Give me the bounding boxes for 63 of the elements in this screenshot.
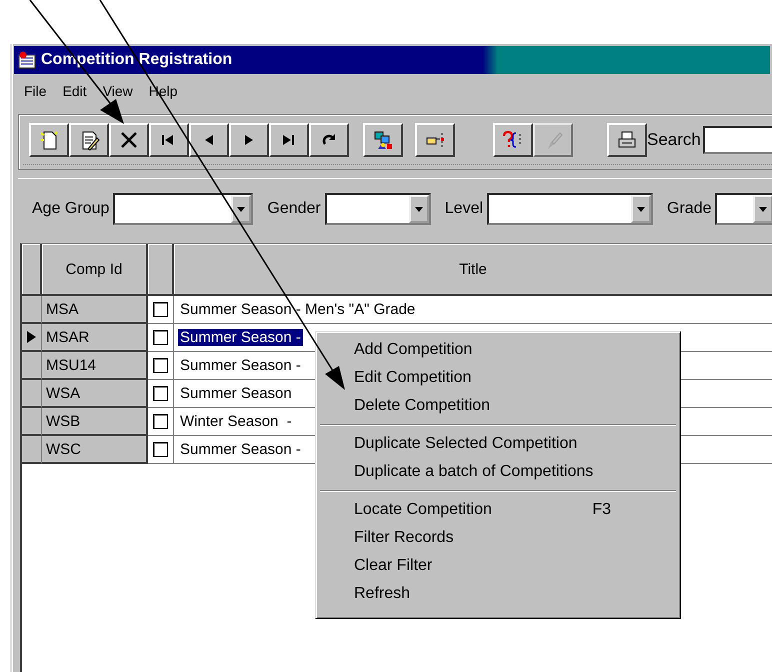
row-header[interactable] — [22, 324, 42, 352]
search-label: Search — [647, 130, 701, 150]
menu-item[interactable]: View — [96, 81, 139, 101]
toolbar-button[interactable] — [229, 123, 269, 157]
menu-item[interactable]: Locate Competition — [354, 501, 492, 519]
menu-item[interactable]: Filter Records — [354, 529, 454, 547]
toolbar-button[interactable] — [149, 123, 189, 157]
checkbox[interactable] — [153, 330, 168, 345]
filter-label: Grade — [667, 200, 712, 218]
search-field[interactable] — [702, 126, 772, 154]
row-header[interactable] — [22, 352, 42, 380]
filter-label: Age Group — [32, 200, 110, 218]
dropdown-field[interactable] — [324, 193, 431, 225]
toolbar-button[interactable] — [415, 123, 455, 157]
menu-item[interactable]: Duplicate Selected Competition — [354, 435, 578, 453]
network-icon — [372, 129, 394, 151]
toolbar-button[interactable] — [493, 123, 533, 157]
window-title: Competition Registration — [41, 51, 232, 69]
row-header[interactable] — [22, 436, 42, 464]
shortcut-label: F3 — [592, 501, 611, 519]
checkbox[interactable] — [153, 302, 168, 317]
dropdown-arrow-icon — [636, 206, 646, 212]
new-document-icon — [38, 129, 60, 151]
filter-label: Gender — [267, 200, 321, 218]
dropdown-field[interactable] — [715, 193, 772, 225]
toolbar-button[interactable] — [69, 123, 109, 157]
toolbar-button[interactable] — [363, 123, 403, 157]
checkbox[interactable] — [153, 442, 168, 457]
dropdown-field[interactable] — [487, 193, 654, 225]
menu-item[interactable]: Refresh — [354, 585, 410, 603]
dropdown-field[interactable] — [113, 193, 254, 225]
column-header[interactable]: Comp Id — [42, 244, 148, 296]
menu-item[interactable]: Clear Filter — [354, 557, 432, 575]
toolbar-button[interactable] — [189, 123, 229, 157]
dropdown-arrow-icon — [414, 206, 424, 212]
application-icon — [18, 51, 36, 69]
table-cell: MSU14 — [42, 352, 148, 380]
filter-label: Level — [444, 200, 484, 218]
table-cell: Summer Season - Men's "A" Grade — [174, 296, 772, 324]
table-cell: WSB — [42, 408, 148, 436]
column-header[interactable]: Title — [174, 244, 772, 296]
toolbar-button[interactable] — [607, 123, 647, 157]
table-cell: MSAR — [42, 324, 148, 352]
table-cell: WSA — [42, 380, 148, 408]
toolbar-button[interactable] — [29, 123, 69, 157]
menu-item[interactable]: Edit — [56, 81, 93, 101]
row-header[interactable] — [22, 380, 42, 408]
table-cell: WSC — [42, 436, 148, 464]
toolbar-button[interactable] — [109, 123, 149, 157]
menu-item[interactable]: Duplicate a batch of Competitions — [354, 463, 594, 481]
checkbox[interactable] — [153, 358, 168, 373]
table-cell: MSA — [42, 296, 148, 324]
checkbox[interactable] — [153, 414, 168, 429]
column-header[interactable] — [22, 244, 42, 296]
row-header[interactable] — [22, 408, 42, 436]
menu-item[interactable]: File — [18, 81, 53, 101]
checkbox[interactable] — [153, 386, 168, 401]
toolbar-button[interactable] — [309, 123, 349, 157]
dropdown-arrow-icon — [236, 206, 246, 212]
row-header[interactable] — [22, 296, 42, 324]
dropdown-arrow-icon — [758, 206, 768, 212]
column-header[interactable] — [148, 244, 174, 296]
toolbar-button[interactable] — [269, 123, 309, 157]
